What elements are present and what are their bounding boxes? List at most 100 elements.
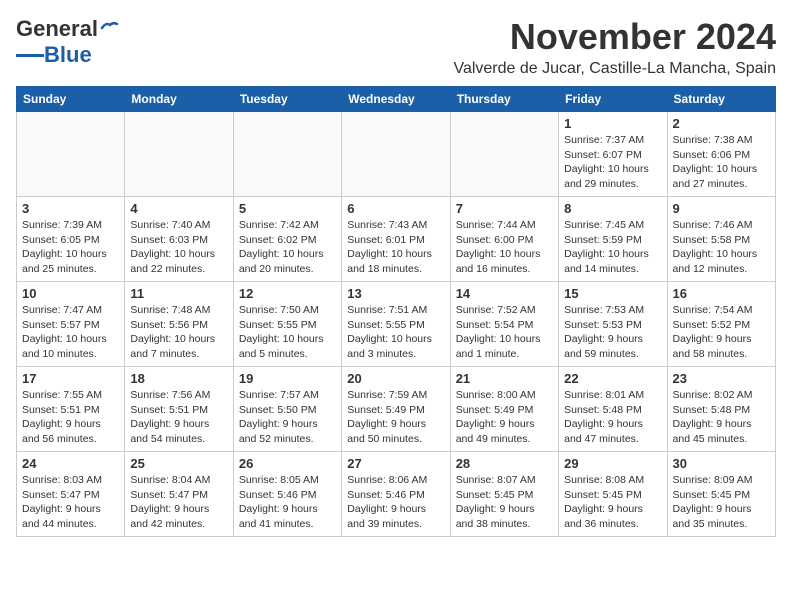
- day-number: 7: [456, 201, 553, 216]
- calendar-cell: 5 Sunrise: 7:42 AM Sunset: 6:02 PM Daylig…: [233, 197, 341, 282]
- day-number: 8: [564, 201, 661, 216]
- calendar-cell: 9Sunrise: 7:46 AM Sunset: 5:58 PM Daylig…: [667, 197, 775, 282]
- calendar-cell: 17 Sunrise: 7:55 AM Sunset: 5:51 PM Dayli…: [17, 367, 125, 452]
- calendar-cell: [125, 112, 233, 197]
- day-info: Sunrise: 7:46 AM Sunset: 5:58 PM Dayligh…: [673, 218, 770, 277]
- day-info: Sunrise: 7:44 AM Sunset: 6:00 PM Dayligh…: [456, 218, 553, 277]
- day-number: 20: [347, 371, 444, 386]
- column-header-thursday: Thursday: [450, 87, 558, 112]
- calendar-cell: 16 Sunrise: 7:54 AM Sunset: 5:52 PM Dayli…: [667, 282, 775, 367]
- day-number: 22: [564, 371, 661, 386]
- calendar-cell: 8 Sunrise: 7:45 AM Sunset: 5:59 PM Daylig…: [559, 197, 667, 282]
- day-info: Sunrise: 8:06 AM Sunset: 5:46 PM Dayligh…: [347, 473, 444, 532]
- day-number: 19: [239, 371, 336, 386]
- week-row-3: 10 Sunrise: 7:47 AM Sunset: 5:57 PM Dayli…: [17, 282, 776, 367]
- calendar-cell: [342, 112, 450, 197]
- day-number: 21: [456, 371, 553, 386]
- logo-general: General: [16, 16, 98, 42]
- page-header: General Blue November 2024 Valverde de J…: [16, 16, 776, 78]
- calendar-cell: 20 Sunrise: 7:59 AM Sunset: 5:49 PM Dayli…: [342, 367, 450, 452]
- day-info: Sunrise: 8:01 AM Sunset: 5:48 PM Dayligh…: [564, 388, 661, 447]
- calendar-cell: [233, 112, 341, 197]
- day-info: Sunrise: 7:57 AM Sunset: 5:50 PM Dayligh…: [239, 388, 336, 447]
- day-info: Sunrise: 8:02 AM Sunset: 5:48 PM Dayligh…: [673, 388, 770, 447]
- logo-bird-icon: [100, 20, 118, 34]
- calendar-cell: 19 Sunrise: 7:57 AM Sunset: 5:50 PM Dayli…: [233, 367, 341, 452]
- day-number: 26: [239, 456, 336, 471]
- calendar-cell: 3 Sunrise: 7:39 AM Sunset: 6:05 PM Daylig…: [17, 197, 125, 282]
- day-number: 25: [130, 456, 227, 471]
- calendar-cell: 10 Sunrise: 7:47 AM Sunset: 5:57 PM Dayli…: [17, 282, 125, 367]
- calendar-cell: 29 Sunrise: 8:08 AM Sunset: 5:45 PM Dayli…: [559, 452, 667, 537]
- logo-blue: Blue: [44, 42, 92, 68]
- day-number: 6: [347, 201, 444, 216]
- calendar-cell: 24Sunrise: 8:03 AM Sunset: 5:47 PM Dayli…: [17, 452, 125, 537]
- day-info: Sunrise: 7:55 AM Sunset: 5:51 PM Dayligh…: [22, 388, 119, 447]
- day-info: Sunrise: 7:40 AM Sunset: 6:03 PM Dayligh…: [130, 218, 227, 277]
- day-number: 14: [456, 286, 553, 301]
- title-block: November 2024 Valverde de Jucar, Castill…: [453, 16, 776, 78]
- day-info: Sunrise: 7:43 AM Sunset: 6:01 PM Dayligh…: [347, 218, 444, 277]
- day-number: 23: [673, 371, 770, 386]
- day-number: 4: [130, 201, 227, 216]
- day-info: Sunrise: 7:38 AM Sunset: 6:06 PM Dayligh…: [673, 133, 770, 192]
- calendar-cell: 25 Sunrise: 8:04 AM Sunset: 5:47 PM Dayli…: [125, 452, 233, 537]
- calendar-cell: 22 Sunrise: 8:01 AM Sunset: 5:48 PM Dayli…: [559, 367, 667, 452]
- day-info: Sunrise: 7:59 AM Sunset: 5:49 PM Dayligh…: [347, 388, 444, 447]
- day-number: 29: [564, 456, 661, 471]
- day-number: 1: [564, 116, 661, 131]
- calendar-cell: [450, 112, 558, 197]
- day-info: Sunrise: 7:54 AM Sunset: 5:52 PM Dayligh…: [673, 303, 770, 362]
- calendar-cell: 6 Sunrise: 7:43 AM Sunset: 6:01 PM Daylig…: [342, 197, 450, 282]
- day-number: 2: [673, 116, 770, 131]
- calendar-cell: 28 Sunrise: 8:07 AM Sunset: 5:45 PM Dayli…: [450, 452, 558, 537]
- day-number: 16: [673, 286, 770, 301]
- calendar-cell: [17, 112, 125, 197]
- day-info: Sunrise: 7:47 AM Sunset: 5:57 PM Dayligh…: [22, 303, 119, 362]
- day-info: Sunrise: 7:50 AM Sunset: 5:55 PM Dayligh…: [239, 303, 336, 362]
- calendar-cell: 18 Sunrise: 7:56 AM Sunset: 5:51 PM Dayli…: [125, 367, 233, 452]
- day-info: Sunrise: 8:09 AM Sunset: 5:45 PM Dayligh…: [673, 473, 770, 532]
- calendar-cell: 7 Sunrise: 7:44 AM Sunset: 6:00 PM Daylig…: [450, 197, 558, 282]
- calendar-cell: 30 Sunrise: 8:09 AM Sunset: 5:45 PM Dayli…: [667, 452, 775, 537]
- column-header-monday: Monday: [125, 87, 233, 112]
- calendar-cell: 13 Sunrise: 7:51 AM Sunset: 5:55 PM Dayli…: [342, 282, 450, 367]
- column-header-sunday: Sunday: [17, 87, 125, 112]
- calendar-header-row: SundayMondayTuesdayWednesdayThursdayFrid…: [17, 87, 776, 112]
- day-number: 5: [239, 201, 336, 216]
- calendar-cell: 1 Sunrise: 7:37 AM Sunset: 6:07 PM Daylig…: [559, 112, 667, 197]
- day-info: Sunrise: 8:04 AM Sunset: 5:47 PM Dayligh…: [130, 473, 227, 532]
- day-info: Sunrise: 7:42 AM Sunset: 6:02 PM Dayligh…: [239, 218, 336, 277]
- day-info: Sunrise: 8:08 AM Sunset: 5:45 PM Dayligh…: [564, 473, 661, 532]
- day-info: Sunrise: 7:39 AM Sunset: 6:05 PM Dayligh…: [22, 218, 119, 277]
- day-info: Sunrise: 7:45 AM Sunset: 5:59 PM Dayligh…: [564, 218, 661, 277]
- calendar-cell: 23 Sunrise: 8:02 AM Sunset: 5:48 PM Dayli…: [667, 367, 775, 452]
- location-title: Valverde de Jucar, Castille-La Mancha, S…: [453, 60, 776, 78]
- calendar-cell: 12 Sunrise: 7:50 AM Sunset: 5:55 PM Dayli…: [233, 282, 341, 367]
- logo: General Blue: [16, 16, 118, 68]
- calendar-cell: 15Sunrise: 7:53 AM Sunset: 5:53 PM Dayli…: [559, 282, 667, 367]
- day-number: 15: [564, 286, 661, 301]
- day-number: 3: [22, 201, 119, 216]
- week-row-2: 3 Sunrise: 7:39 AM Sunset: 6:05 PM Daylig…: [17, 197, 776, 282]
- day-number: 18: [130, 371, 227, 386]
- day-info: Sunrise: 8:07 AM Sunset: 5:45 PM Dayligh…: [456, 473, 553, 532]
- month-title: November 2024: [453, 16, 776, 58]
- calendar-table: SundayMondayTuesdayWednesdayThursdayFrid…: [16, 86, 776, 537]
- calendar-cell: 21Sunrise: 8:00 AM Sunset: 5:49 PM Dayli…: [450, 367, 558, 452]
- week-row-5: 24Sunrise: 8:03 AM Sunset: 5:47 PM Dayli…: [17, 452, 776, 537]
- day-number: 24: [22, 456, 119, 471]
- day-number: 28: [456, 456, 553, 471]
- week-row-4: 17 Sunrise: 7:55 AM Sunset: 5:51 PM Dayli…: [17, 367, 776, 452]
- day-number: 30: [673, 456, 770, 471]
- day-info: Sunrise: 7:56 AM Sunset: 5:51 PM Dayligh…: [130, 388, 227, 447]
- day-number: 12: [239, 286, 336, 301]
- day-number: 10: [22, 286, 119, 301]
- calendar-cell: 14Sunrise: 7:52 AM Sunset: 5:54 PM Dayli…: [450, 282, 558, 367]
- day-number: 17: [22, 371, 119, 386]
- day-info: Sunrise: 8:05 AM Sunset: 5:46 PM Dayligh…: [239, 473, 336, 532]
- day-info: Sunrise: 7:37 AM Sunset: 6:07 PM Dayligh…: [564, 133, 661, 192]
- day-number: 13: [347, 286, 444, 301]
- day-info: Sunrise: 7:51 AM Sunset: 5:55 PM Dayligh…: [347, 303, 444, 362]
- column-header-wednesday: Wednesday: [342, 87, 450, 112]
